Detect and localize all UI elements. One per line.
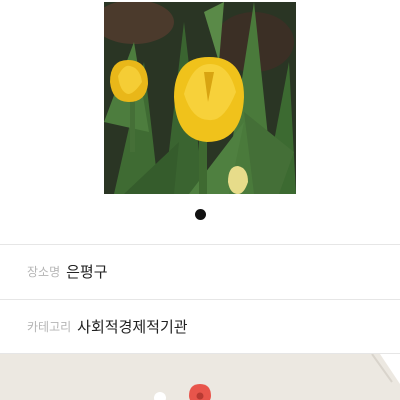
category-row: 카테고리 사회적경제적기관 [0, 299, 400, 354]
place-name-label: 장소명 [27, 265, 61, 279]
place-name-value: 은평구 [66, 263, 108, 281]
map-canvas [0, 354, 400, 400]
pager-dot-active[interactable] [194, 208, 206, 220]
category-label: 카테고리 [27, 320, 72, 334]
photo-pager[interactable] [0, 208, 400, 220]
place-photo[interactable] [104, 2, 296, 194]
tulip-image [104, 2, 296, 194]
place-detail-screen: 장소명 은평구 카테고리 사회적경제적기관 [0, 0, 400, 400]
place-name-row: 장소명 은평구 [0, 244, 400, 298]
category-value: 사회적경제적기관 [77, 318, 188, 336]
location-map[interactable] [0, 354, 400, 400]
